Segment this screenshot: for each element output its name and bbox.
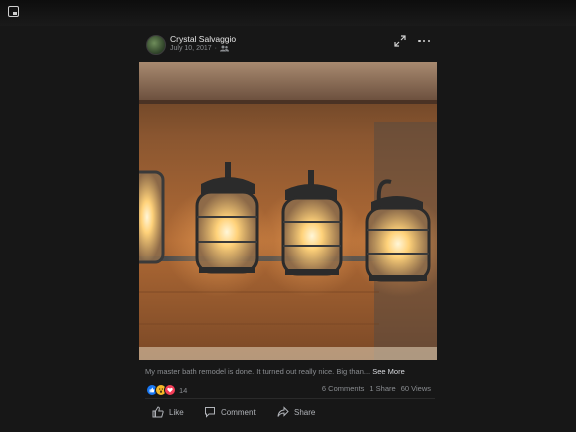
- expand-icon[interactable]: [394, 35, 406, 47]
- comment-label: Comment: [221, 407, 256, 417]
- comment-button[interactable]: Comment: [204, 405, 256, 419]
- love-reaction-icon: [164, 384, 176, 396]
- post-caption: My master bath remodel is done. It turne…: [145, 367, 405, 376]
- share-button[interactable]: Share: [277, 405, 315, 419]
- divider: [145, 398, 435, 399]
- vanity-lights-photo: [139, 62, 437, 360]
- like-icon: [152, 406, 164, 418]
- reaction-count: 14: [179, 385, 188, 395]
- lamp-1: [139, 170, 165, 264]
- dot-icon: [418, 39, 421, 43]
- share-icon: [277, 406, 289, 417]
- post-photo[interactable]: [139, 62, 437, 360]
- post-author-name[interactable]: Crystal Salvaggio: [170, 34, 236, 44]
- shares-count[interactable]: 1 Share: [369, 384, 395, 393]
- post-stats: 6 Comments 1 Share 60 Views: [322, 384, 431, 393]
- meta-separator: ·: [214, 45, 217, 52]
- post-meta: July 10, 2017 ·: [170, 45, 229, 52]
- dot-icon: [422, 39, 426, 43]
- like-label: Like: [169, 407, 184, 417]
- like-button[interactable]: Like: [152, 405, 184, 419]
- reaction-summary[interactable]: 14: [146, 384, 187, 396]
- more-options-button[interactable]: [418, 37, 430, 45]
- top-bar: [0, 0, 576, 26]
- share-label: Share: [294, 407, 316, 417]
- views-count[interactable]: 60 Views: [401, 384, 431, 393]
- dot-icon: [427, 39, 430, 43]
- picture-in-picture-icon[interactable]: [8, 6, 19, 17]
- comments-count[interactable]: 6 Comments: [322, 384, 365, 393]
- avatar[interactable]: [146, 35, 166, 55]
- comment-icon: [205, 407, 215, 418]
- see-more-link[interactable]: See More: [372, 367, 405, 376]
- friends-icon: [220, 45, 229, 52]
- post-date[interactable]: July 10, 2017: [170, 45, 212, 52]
- caption-text: My master bath remodel is done. It turne…: [145, 367, 371, 376]
